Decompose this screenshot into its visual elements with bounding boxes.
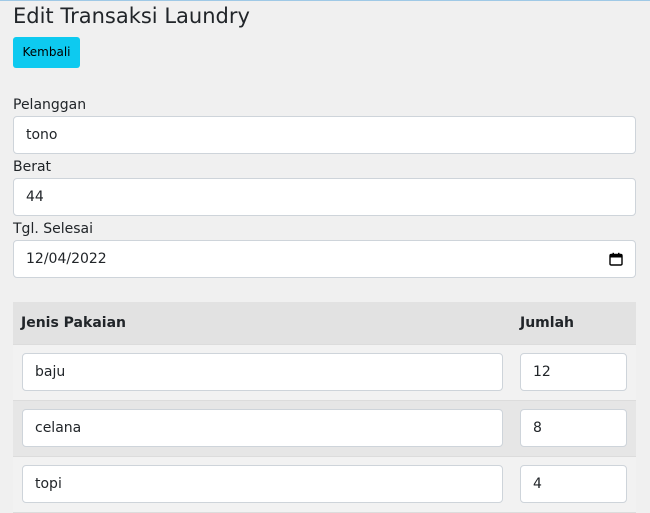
jenis-pakaian-input[interactable]: celana — [22, 409, 503, 447]
top-border-line — [0, 0, 650, 1]
header-jenis-pakaian: Jenis Pakaian — [21, 315, 126, 331]
table-row: celana 8 — [13, 401, 636, 457]
pelanggan-input[interactable]: tono — [13, 116, 636, 154]
pelanggan-value: tono — [26, 127, 58, 143]
back-button[interactable]: Kembali — [13, 37, 80, 68]
berat-input[interactable]: 44 — [13, 178, 636, 216]
pakaian-table: Jenis Pakaian Jumlah baju 12 celana 8 to… — [13, 302, 636, 513]
jumlah-input[interactable]: 8 — [520, 409, 627, 447]
page-title: Edit Transaksi Laundry — [13, 4, 250, 28]
table-row: baju 12 — [13, 345, 636, 401]
jumlah-input[interactable]: 4 — [520, 465, 627, 503]
tgl-selesai-value: 12/04/2022 — [26, 251, 107, 267]
jenis-pakaian-input[interactable]: baju — [22, 353, 503, 391]
jenis-pakaian-input[interactable]: topi — [22, 465, 503, 503]
pelanggan-label: Pelanggan — [13, 97, 87, 113]
header-jumlah: Jumlah — [520, 315, 574, 331]
calendar-icon[interactable] — [609, 252, 623, 266]
jumlah-input[interactable]: 12 — [520, 353, 627, 391]
berat-value: 44 — [26, 189, 44, 205]
table-header-row: Jenis Pakaian Jumlah — [13, 302, 636, 345]
table-row: topi 4 — [13, 457, 636, 513]
tgl-selesai-label: Tgl. Selesai — [13, 221, 93, 237]
tgl-selesai-input[interactable]: 12/04/2022 — [13, 240, 636, 278]
berat-label: Berat — [13, 159, 52, 175]
